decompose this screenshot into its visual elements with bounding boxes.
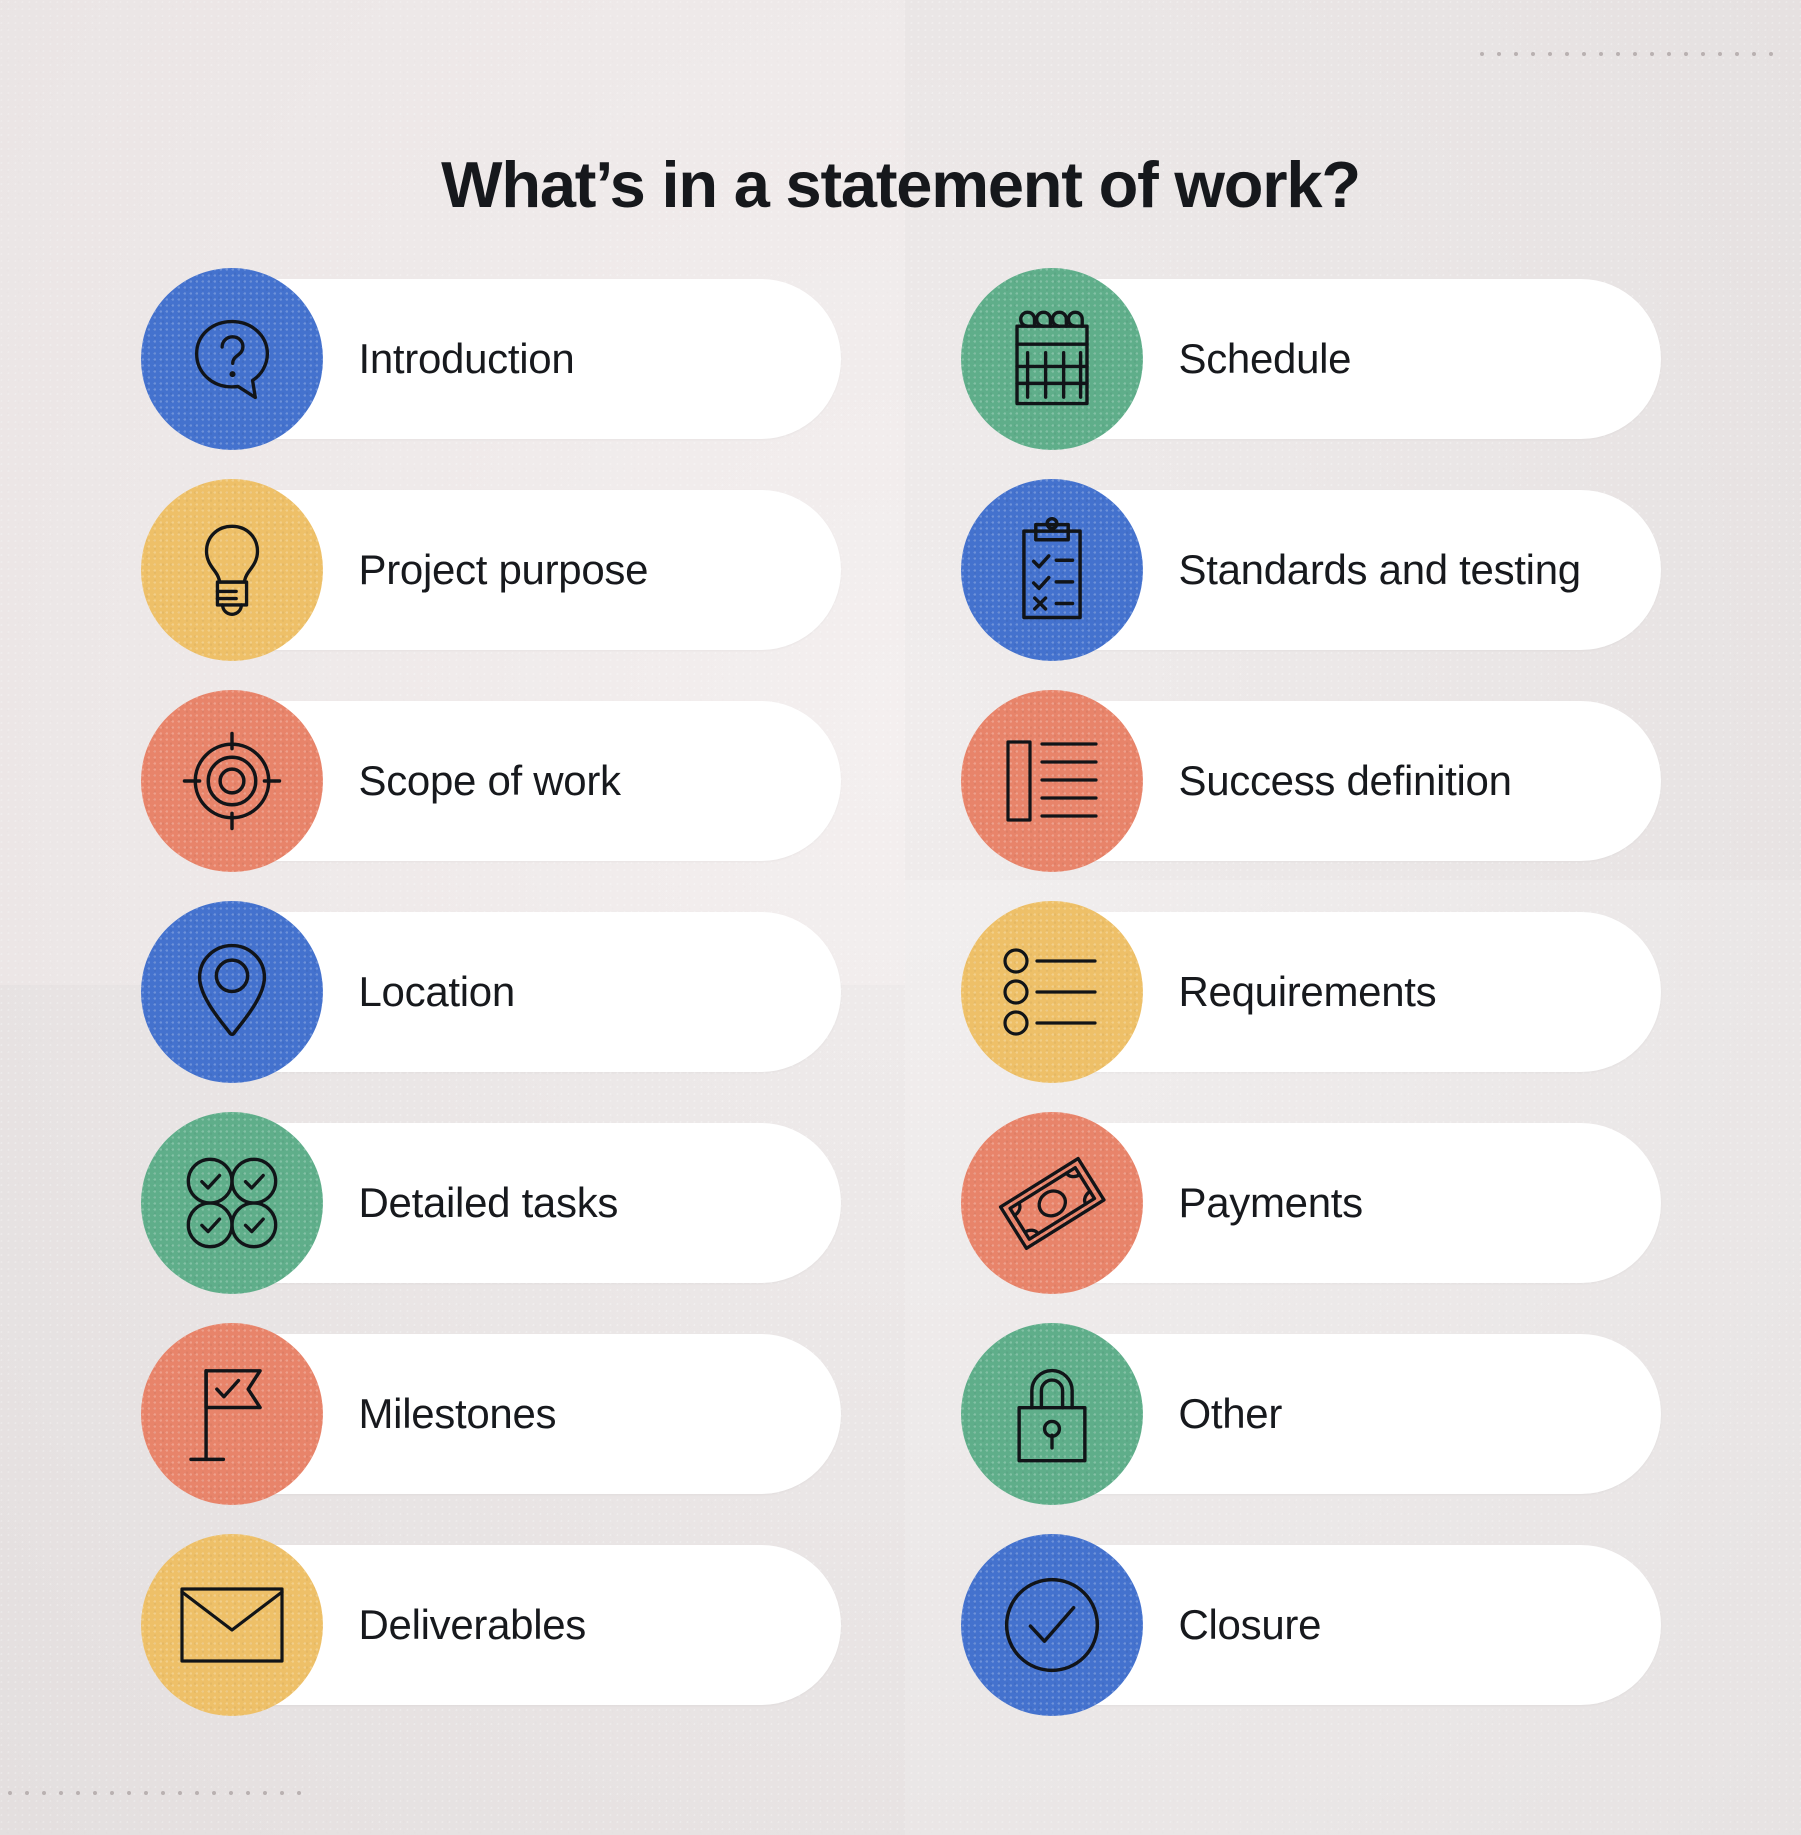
sow-item-label: Closure	[1178, 1601, 1322, 1648]
sow-item-label: Detailed tasks	[358, 1179, 619, 1226]
decoration-dot	[1480, 52, 1484, 56]
lightbulb-icon	[140, 479, 323, 661]
decoration-dot	[76, 1791, 80, 1795]
check-circle-icon	[960, 1534, 1143, 1716]
decoration-dot	[297, 1791, 301, 1795]
sow-item-milestones[interactable]: Milestones	[140, 1323, 841, 1505]
sow-item-success-definition[interactable]: Success definition	[960, 690, 1661, 872]
decoration-dot	[25, 1791, 29, 1795]
sow-item-closure[interactable]: Closure	[960, 1534, 1661, 1716]
decoration-dot	[1548, 52, 1552, 56]
sow-item-payments[interactable]: Payments	[960, 1112, 1661, 1294]
decoration-dot	[110, 1791, 114, 1795]
decoration-dot	[195, 1791, 199, 1795]
decoration-dot	[280, 1791, 284, 1795]
article-lines-icon	[960, 690, 1143, 872]
flag-check-icon	[140, 1323, 323, 1505]
sow-item-introduction[interactable]: Introduction	[140, 268, 841, 450]
decoration-dot	[42, 1791, 46, 1795]
decoration-dot	[144, 1791, 148, 1795]
sow-sections-grid: Introduction Schedule Project purpose St…	[0, 268, 1801, 1716]
sow-item-label: Introduction	[358, 335, 575, 382]
decoration-dot	[8, 1791, 12, 1795]
sow-item-label: Deliverables	[358, 1601, 587, 1648]
decoration-dot	[93, 1791, 97, 1795]
clipboard-check-icon	[960, 479, 1143, 661]
four-checks-icon	[140, 1112, 323, 1294]
sow-item-label: Other	[1178, 1390, 1283, 1437]
sow-item-schedule[interactable]: Schedule	[960, 268, 1661, 450]
decoration-dot	[263, 1791, 267, 1795]
decoration-dot	[1514, 52, 1518, 56]
decoration-dot	[229, 1791, 233, 1795]
decoration-dot	[127, 1791, 131, 1795]
bullet-list-icon	[960, 901, 1143, 1083]
decoration-dot	[1769, 52, 1773, 56]
padlock-icon	[960, 1323, 1143, 1505]
sow-item-standards-and-testing[interactable]: Standards and testing	[960, 479, 1661, 661]
decoration-dot	[246, 1791, 250, 1795]
map-pin-icon	[140, 901, 323, 1083]
question-speech-bubble-icon	[140, 268, 323, 450]
banknote-icon	[960, 1112, 1143, 1294]
decoration-dot	[212, 1791, 216, 1795]
sow-item-label: Project purpose	[358, 546, 649, 593]
decoration-dot	[1701, 52, 1705, 56]
sow-item-detailed-tasks[interactable]: Detailed tasks	[140, 1112, 841, 1294]
sow-item-location[interactable]: Location	[140, 901, 841, 1083]
decoration-dot	[178, 1791, 182, 1795]
sow-item-label: Requirements	[1178, 968, 1437, 1015]
decoration-dot	[1718, 52, 1722, 56]
decoration-dot	[1565, 52, 1569, 56]
sow-item-scope-of-work[interactable]: Scope of work	[140, 690, 841, 872]
sow-item-label: Schedule	[1178, 335, 1352, 382]
decoration-dot	[1650, 52, 1654, 56]
calendar-icon	[960, 268, 1143, 450]
decoration-dot	[1684, 52, 1688, 56]
envelope-icon	[140, 1534, 323, 1716]
sow-item-other[interactable]: Other	[960, 1323, 1661, 1505]
target-icon	[140, 690, 323, 872]
sow-item-deliverables[interactable]: Deliverables	[140, 1534, 841, 1716]
decoration-dot	[1531, 52, 1535, 56]
decoration-dot	[1735, 52, 1739, 56]
sow-item-requirements[interactable]: Requirements	[960, 901, 1661, 1083]
decoration-dot	[1633, 52, 1637, 56]
decoration-dot	[1582, 52, 1586, 56]
sow-item-label: Standards and testing	[1178, 546, 1582, 593]
decoration-dot	[1667, 52, 1671, 56]
decoration-dot	[161, 1791, 165, 1795]
sow-item-label: Success definition	[1178, 757, 1512, 804]
decoration-dot	[59, 1791, 63, 1795]
page-title: What’s in a statement of work?	[441, 147, 1361, 221]
dotted-decoration-top-right	[1480, 52, 1773, 56]
sow-item-label: Milestones	[358, 1390, 557, 1437]
sow-item-project-purpose[interactable]: Project purpose	[140, 479, 841, 661]
sow-item-label: Payments	[1178, 1179, 1364, 1226]
decoration-dot	[1599, 52, 1603, 56]
decoration-dot	[1752, 52, 1756, 56]
sow-item-label: Scope of work	[358, 757, 622, 804]
decoration-dot	[1616, 52, 1620, 56]
sow-item-label: Location	[358, 968, 516, 1015]
dotted-decoration-bottom-left	[8, 1791, 301, 1795]
decoration-dot	[1497, 52, 1501, 56]
